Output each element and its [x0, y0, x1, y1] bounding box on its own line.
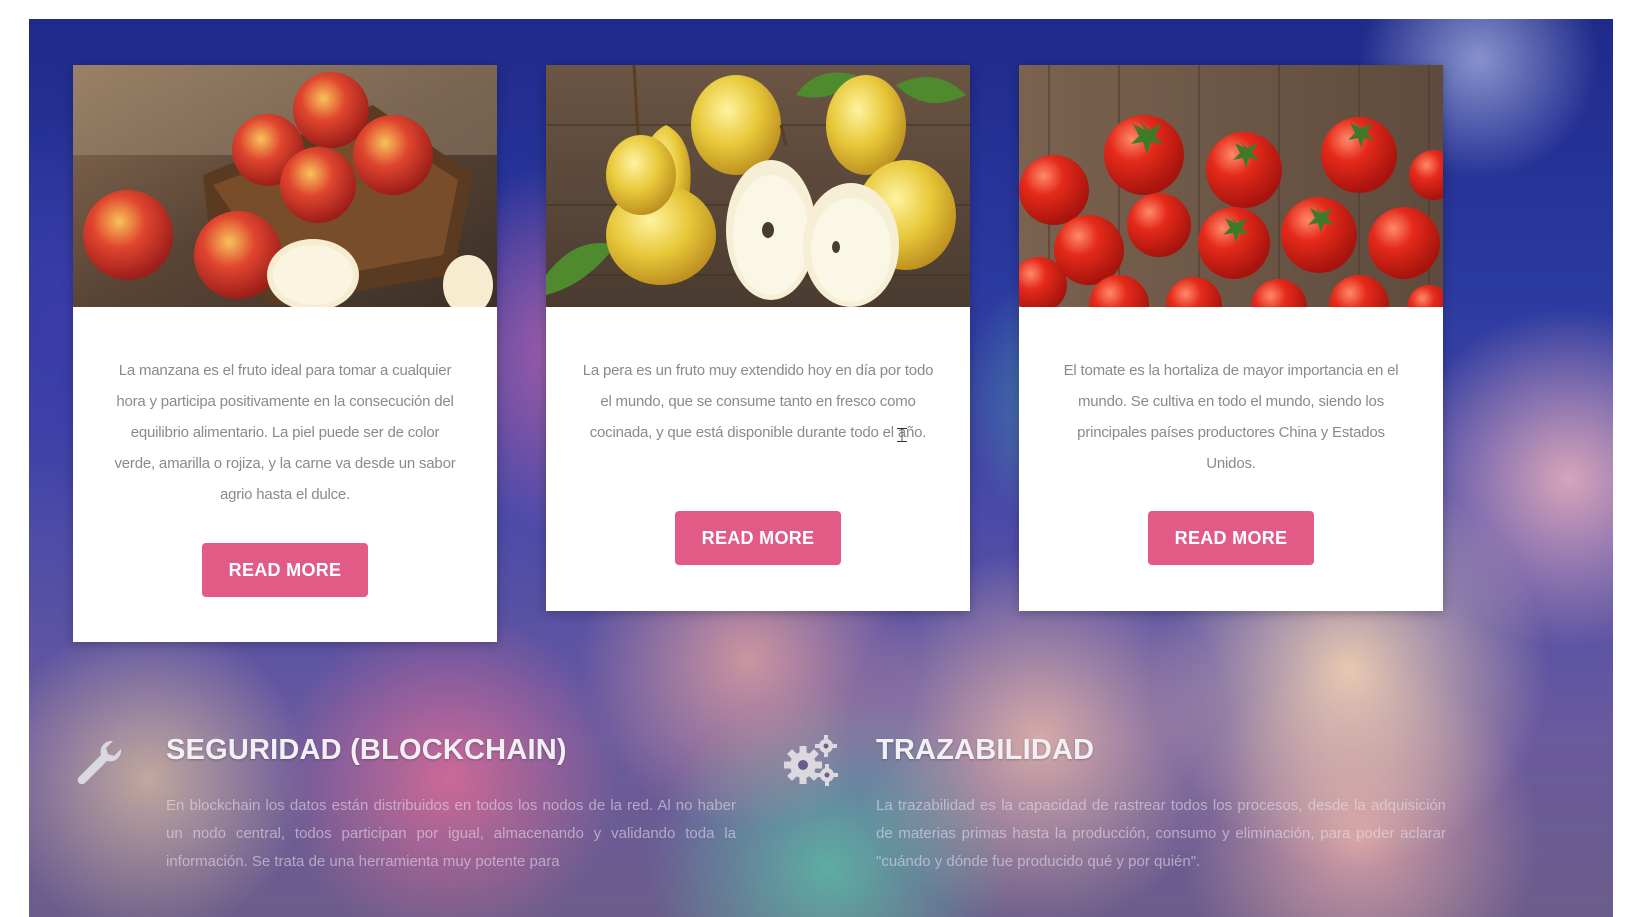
wrench-icon [75, 737, 125, 787]
gears-icon [783, 733, 839, 787]
read-more-button[interactable]: READ MORE [675, 511, 841, 565]
product-card-apple: La manzana es el fruto ideal para tomar … [73, 65, 497, 642]
text-cursor-icon: ⌶ [896, 423, 908, 447]
read-more-button[interactable]: READ MORE [1148, 511, 1314, 565]
pears-image [546, 65, 970, 307]
feature-title-security: SEGURIDAD (BLOCKCHAIN) [166, 734, 567, 766]
feature-description-traceability: La trazabilidad es la capacidad de rastr… [876, 797, 1446, 870]
product-card-tomato: El tomate es la hortaliza de mayor impor… [1019, 65, 1443, 611]
card-description: La manzana es el fruto ideal para tomar … [114, 362, 456, 503]
apples-in-crate-image [73, 65, 497, 307]
read-more-button[interactable]: READ MORE [202, 543, 368, 597]
card-description: El tomate es la hortaliza de mayor impor… [1063, 362, 1399, 472]
hero-section: La manzana es el fruto ideal para tomar … [29, 19, 1613, 917]
feature-description-security: En blockchain los datos están distribuid… [166, 797, 736, 870]
card-description: La pera es un fruto muy extendido hoy en… [582, 362, 934, 441]
product-card-pear: La pera es un fruto muy extendido hoy en… [546, 65, 970, 611]
tomatoes-image [1019, 65, 1443, 307]
feature-title-traceability: TRAZABILIDAD [876, 734, 1095, 766]
